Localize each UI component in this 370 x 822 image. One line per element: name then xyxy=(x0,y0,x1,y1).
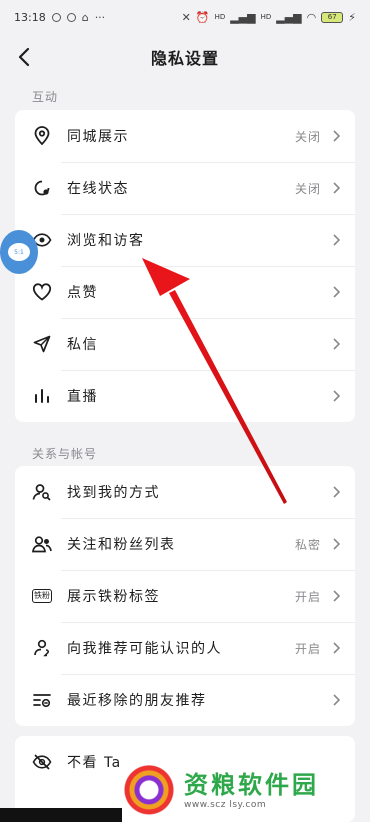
chevron-right-icon xyxy=(333,390,341,402)
watermark-title: 资粮软件园 xyxy=(184,770,319,799)
battery-indicator: 67 xyxy=(321,11,344,23)
row-label: 展示铁粉标签 xyxy=(67,589,160,605)
floating-assistant-bubble[interactable]: 5:1 xyxy=(0,230,38,274)
section-label-relationship: 关系与帐号 xyxy=(32,447,98,461)
wifi-icon: ◠ xyxy=(306,10,317,24)
row-value: 关闭 xyxy=(294,181,321,196)
bar-chart-icon xyxy=(31,385,53,407)
tiefen-badge-text: 铁粉 xyxy=(32,589,52,603)
hd-badge: HD xyxy=(260,13,272,21)
status-bar: 13:18 ⌂ ··· ✕ ⏰ HD ▂▄▆ HD ▂▄▆ ◠ 67 ⚡ xyxy=(0,0,370,34)
row-follow-fans-list[interactable]: 关注和粉丝列表 私密 xyxy=(15,518,355,570)
relationship-card: 找到我的方式 关注和粉丝列表 私密 铁粉 展示铁粉标签 开启 向我推荐可能认识的… xyxy=(15,466,355,726)
row-label: 找到我的方式 xyxy=(67,485,160,501)
row-value: 私密 xyxy=(294,537,321,552)
notification-icon xyxy=(66,12,76,22)
row-value: 开启 xyxy=(294,641,321,656)
heart-icon xyxy=(31,281,53,303)
row-live[interactable]: 直播 xyxy=(15,370,355,422)
charging-icon: ⚡ xyxy=(348,10,356,24)
row-nearby-display[interactable]: 同城展示 关闭 xyxy=(15,110,355,162)
row-label: 直播 xyxy=(67,389,98,405)
row-label: 向我推荐可能认识的人 xyxy=(67,641,222,657)
chevron-left-icon[interactable] xyxy=(14,46,36,68)
paper-plane-icon xyxy=(31,333,53,355)
people-icon xyxy=(31,533,53,555)
home-icon: ⌂ xyxy=(81,10,89,24)
row-label: 浏览和访客 xyxy=(67,233,145,249)
alarm-icon: ⏰ xyxy=(195,10,210,24)
online-status-icon xyxy=(31,177,53,199)
chevron-right-icon xyxy=(333,182,341,194)
row-label: 关注和粉丝列表 xyxy=(67,537,176,553)
chevron-right-icon xyxy=(333,234,341,246)
row-value: 开启 xyxy=(294,589,321,604)
row-label: 最近移除的朋友推荐 xyxy=(67,693,207,709)
row-label: 私信 xyxy=(67,337,98,353)
watermark-logo xyxy=(120,758,178,816)
chevron-right-icon xyxy=(333,590,341,602)
chevron-right-icon xyxy=(333,486,341,498)
chevron-right-icon xyxy=(333,642,341,654)
row-private-message[interactable]: 私信 xyxy=(15,318,355,370)
row-find-me[interactable]: 找到我的方式 xyxy=(15,466,355,518)
row-removed-recommendations[interactable]: 最近移除的朋友推荐 xyxy=(15,674,355,726)
row-label: 同城展示 xyxy=(67,129,129,145)
signal-icon: ▂▄▆ xyxy=(276,10,302,24)
row-value: 关闭 xyxy=(294,129,321,144)
row-likes[interactable]: 点赞 xyxy=(15,266,355,318)
row-recommend-people[interactable]: 向我推荐可能认识的人 开启 xyxy=(15,622,355,674)
signal-icon: ▂▄▆ xyxy=(230,10,256,24)
interaction-card: 同城展示 关闭 在线状态 关闭 浏览和访客 点赞 私信 直播 xyxy=(15,110,355,422)
removed-list-icon xyxy=(31,689,53,711)
row-label: 点赞 xyxy=(67,285,98,301)
chevron-right-icon xyxy=(333,538,341,550)
page-title: 隐私设置 xyxy=(150,49,219,68)
tiefen-badge-icon: 铁粉 xyxy=(31,585,53,607)
mute-icon: ✕ xyxy=(181,10,191,24)
eye-off-icon xyxy=(31,751,53,773)
status-time: 13:18 xyxy=(14,10,46,24)
row-label: 不看 Ta xyxy=(67,755,122,771)
watermark: 资粮软件园 www.scz lsy.com xyxy=(120,752,370,822)
recommend-people-icon xyxy=(31,637,53,659)
more-notifications: ··· xyxy=(94,10,106,24)
person-search-icon xyxy=(31,481,53,503)
row-online-status[interactable]: 在线状态 关闭 xyxy=(15,162,355,214)
bottom-corner-bar xyxy=(0,808,122,822)
row-tiefen-tag[interactable]: 铁粉 展示铁粉标签 开启 xyxy=(15,570,355,622)
hd-badge: HD xyxy=(214,13,226,21)
location-pin-icon xyxy=(31,125,53,147)
row-browse-visitors[interactable]: 浏览和访客 xyxy=(15,214,355,266)
section-label-interaction: 互动 xyxy=(32,90,59,104)
watermark-url: www.scz lsy.com xyxy=(184,799,267,810)
bubble-face: 5:1 xyxy=(8,243,30,261)
row-label: 在线状态 xyxy=(67,181,129,197)
notification-icon xyxy=(51,12,61,22)
chevron-right-icon xyxy=(333,694,341,706)
chevron-right-icon xyxy=(333,338,341,350)
chevron-right-icon xyxy=(333,130,341,142)
navigation-bar: 隐私设置 xyxy=(0,34,370,80)
chevron-right-icon xyxy=(333,286,341,298)
